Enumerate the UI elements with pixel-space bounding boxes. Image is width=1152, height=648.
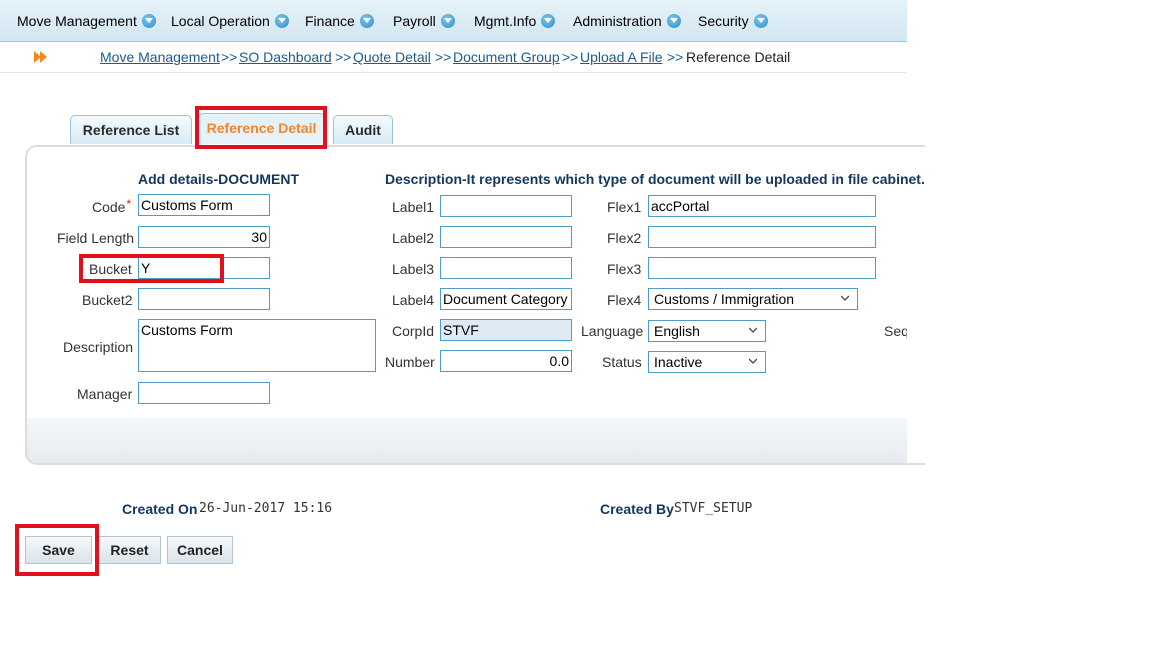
manager-label: Manager xyxy=(77,386,133,402)
label2-field[interactable] xyxy=(440,226,572,248)
menu-security[interactable]: Security xyxy=(698,12,768,30)
bucket-label: Bucket xyxy=(89,261,132,277)
double-arrow-icon xyxy=(34,51,47,63)
cancel-button[interactable]: Cancel xyxy=(167,536,233,564)
chevron-down-icon xyxy=(359,14,374,28)
label3-label: Label3 xyxy=(392,261,435,277)
chevron-down-icon xyxy=(753,14,768,28)
bucket-field[interactable]: Y xyxy=(138,257,270,279)
panel-footer xyxy=(27,418,907,463)
flex1-field[interactable]: accPortal xyxy=(648,195,876,217)
manager-field[interactable] xyxy=(138,382,270,404)
flex2-field[interactable] xyxy=(648,226,876,248)
flex1-label: Flex1 xyxy=(607,199,642,215)
chevron-down-icon xyxy=(440,14,455,28)
save-button[interactable]: Save xyxy=(25,536,92,564)
language-selected-value: English xyxy=(654,323,700,339)
menu-label: Mgmt.Info xyxy=(474,13,537,29)
menu-label: Security xyxy=(698,13,749,29)
created-on-value: 26-Jun-2017 15:16 xyxy=(199,501,333,516)
breadcrumb-separator: >> xyxy=(221,49,238,65)
flex4-selected-value: Customs / Immigration xyxy=(654,291,795,307)
menu-local-operation[interactable]: Local Operation xyxy=(171,12,289,30)
breadcrumb-upload-a-file[interactable]: Upload A File xyxy=(580,49,663,65)
menu-label: Move Management xyxy=(17,13,137,29)
menu-move-management[interactable]: Move Management xyxy=(17,12,156,30)
number-field[interactable]: 0.0 xyxy=(440,350,572,372)
corpid-label: CorpId xyxy=(392,323,435,339)
breadcrumb: Move Management >> SO Dashboard >> Quote… xyxy=(0,42,907,73)
language-label: Language xyxy=(581,323,644,339)
label4-label: Label4 xyxy=(392,292,435,308)
menu-finance[interactable]: Finance xyxy=(305,12,374,30)
breadcrumb-quote-detail[interactable]: Quote Detail xyxy=(353,49,431,65)
seq-label: Seq xyxy=(884,323,907,339)
chevron-down-icon xyxy=(841,295,849,301)
corpid-field: STVF xyxy=(440,319,572,341)
chevron-down-icon xyxy=(749,327,757,333)
chevron-down-icon xyxy=(541,14,556,28)
code-label-text: Code xyxy=(92,199,126,215)
breadcrumb-separator: >> xyxy=(435,49,452,65)
created-on-label: Created On xyxy=(122,501,198,517)
flex4-select[interactable]: Customs / Immigration xyxy=(648,288,858,310)
main-menu-bar: Move Management Local Operation Finance … xyxy=(0,0,907,42)
status-selected-value: Inactive xyxy=(654,354,703,370)
menu-payroll[interactable]: Payroll xyxy=(393,12,455,30)
breadcrumb-document-group[interactable]: Document Group xyxy=(453,49,560,65)
menu-label: Local Operation xyxy=(171,13,270,29)
menu-label: Administration xyxy=(573,13,662,29)
number-label: Number xyxy=(385,354,435,370)
breadcrumb-so-dashboard[interactable]: SO Dashboard xyxy=(239,49,332,65)
breadcrumb-separator: >> xyxy=(667,49,684,65)
bucket2-field[interactable] xyxy=(138,288,270,310)
status-select[interactable]: Inactive xyxy=(648,351,766,373)
menu-label: Payroll xyxy=(393,13,436,29)
menu-administration[interactable]: Administration xyxy=(573,12,681,30)
code-field[interactable]: Customs Form xyxy=(138,194,270,216)
description-label: Description xyxy=(63,339,134,355)
tab-audit[interactable]: Audit xyxy=(333,115,393,144)
status-label: Status xyxy=(602,354,642,370)
field-length-field[interactable]: 30 xyxy=(138,226,270,248)
required-mark: * xyxy=(126,197,132,211)
label3-field[interactable] xyxy=(440,257,572,279)
label4-field[interactable]: Document Category xyxy=(440,288,572,310)
menu-mgmt-info[interactable]: Mgmt.Info xyxy=(474,12,556,30)
label1-field[interactable] xyxy=(440,195,572,217)
chevron-down-icon xyxy=(141,14,156,28)
breadcrumb-current: Reference Detail xyxy=(686,49,791,65)
label1-label: Label1 xyxy=(392,199,435,215)
language-select[interactable]: English xyxy=(648,320,766,342)
flex2-label: Flex2 xyxy=(607,230,642,246)
chevron-down-icon xyxy=(749,358,757,364)
description-heading: Description-It represents which type of … xyxy=(385,171,925,187)
bucket2-label: Bucket2 xyxy=(82,292,133,308)
flex4-label: Flex4 xyxy=(607,292,642,308)
flex3-field[interactable] xyxy=(648,257,876,279)
breadcrumb-move-management[interactable]: Move Management xyxy=(100,49,220,65)
description-textarea[interactable]: Customs Form xyxy=(138,319,376,372)
label2-label: Label2 xyxy=(392,230,435,246)
breadcrumb-separator: >> xyxy=(335,49,352,65)
reset-button[interactable]: Reset xyxy=(98,536,161,564)
menu-label: Finance xyxy=(305,13,355,29)
created-by-value: STVF_SETUP xyxy=(674,501,753,516)
flex3-label: Flex3 xyxy=(607,261,642,277)
form-heading: Add details-DOCUMENT xyxy=(138,171,299,187)
chevron-down-icon xyxy=(666,14,681,28)
chevron-down-icon xyxy=(274,14,289,28)
breadcrumb-separator: >> xyxy=(562,49,579,65)
created-by-label: Created By xyxy=(600,501,674,517)
tab-reference-list[interactable]: Reference List xyxy=(70,115,192,144)
tab-reference-detail[interactable]: Reference Detail xyxy=(198,113,325,144)
field-length-label: Field Length xyxy=(57,230,135,246)
code-label: Code* xyxy=(92,197,132,215)
